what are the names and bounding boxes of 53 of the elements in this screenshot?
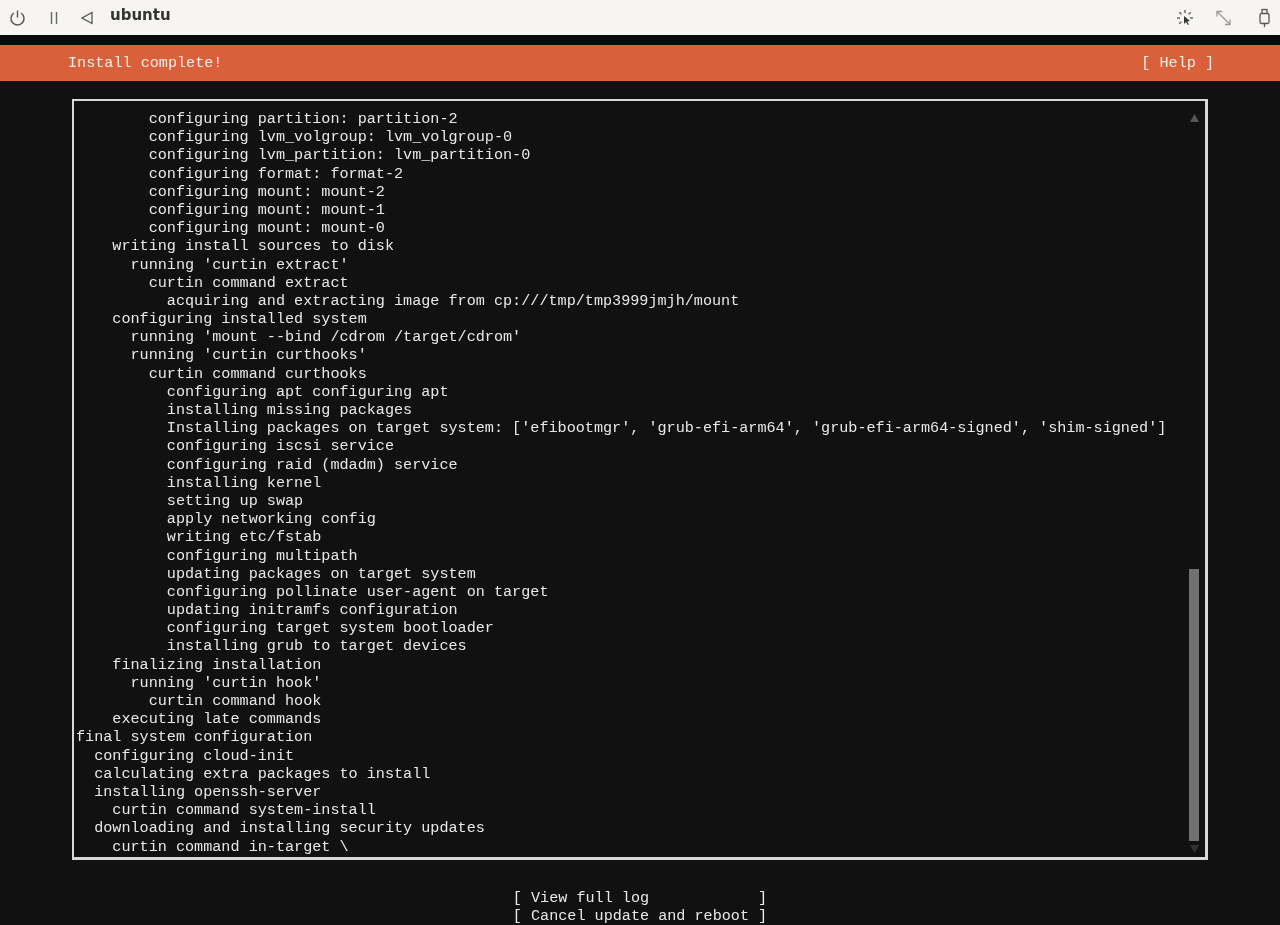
- resize-icon[interactable]: [1215, 9, 1232, 26]
- log-line: configuring cloud-init: [93, 746, 296, 765]
- log-line: curtin command system-install: [111, 801, 377, 820]
- terminal-button[interactable]: [ View full log ]: [512, 889, 768, 908]
- log-line: installing grub to target devices: [165, 637, 468, 656]
- log-line: downloading and installing security updates: [93, 819, 486, 838]
- log-line: setting up swap: [165, 491, 305, 511]
- usb-device-icon[interactable]: [1258, 8, 1271, 27]
- log-line: calculating extra packages to install: [93, 764, 432, 783]
- log-line: installing openssh-server: [93, 782, 323, 802]
- log-line: curtin command curthooks: [147, 364, 368, 383]
- log-line: curtin command in-target \: [111, 837, 350, 856]
- log-line: running 'curtin curthooks': [129, 346, 368, 365]
- terminal-button[interactable]: [ Cancel update and reboot ]: [512, 907, 768, 925]
- log-line: configuring partition: partition-2: [147, 110, 459, 129]
- log-line: configuring iscsi service: [165, 437, 395, 456]
- log-line: configuring format: format-2: [147, 164, 405, 183]
- log-line: running 'curtin hook': [129, 673, 323, 692]
- back-triangle-icon[interactable]: [80, 10, 94, 25]
- log-line: writing install sources to disk: [111, 237, 395, 256]
- install-status-title: Install complete!: [68, 54, 223, 72]
- log-line: finalizing installation: [111, 655, 323, 674]
- log-line: configuring installed system: [111, 310, 368, 329]
- log-line: configuring mount: mount-1: [147, 200, 386, 220]
- power-icon[interactable]: [9, 9, 26, 26]
- log-line: Installing packages on target system: ['efibootmgr', 'grub-efi-arm64', 'grub-efi-arm64-signed', 'shim-signed']: [165, 419, 1168, 438]
- pause-icon[interactable]: [49, 10, 59, 25]
- log-line: configuring multipath: [165, 546, 359, 565]
- log-line: configuring mount: mount-0: [147, 219, 386, 238]
- log-line: updating packages on target system: [165, 564, 477, 583]
- log-line: updating initramfs configuration: [165, 601, 459, 620]
- log-line: installing kernel: [165, 473, 323, 492]
- log-line: installing missing packages: [165, 401, 414, 420]
- log-line: apply networking config: [165, 510, 377, 529]
- log-line: configuring lvm_volgroup: lvm_volgroup-0: [147, 128, 514, 147]
- scroll-up-arrow-icon[interactable]: [1189, 114, 1199, 122]
- log-line: writing etc/fstab: [165, 528, 323, 547]
- log-line: configuring raid (mdadm) service: [165, 455, 459, 474]
- log-line: configuring apt configuring apt: [165, 382, 450, 401]
- log-line: configuring pollinate user-agent on target: [165, 582, 550, 602]
- log-line: curtin command hook: [147, 692, 323, 711]
- log-line: acquiring and extracting image from cp:///tmp/tmp3999jmjh/mount: [165, 291, 741, 311]
- log-line: configuring lvm_partition: lvm_partition-0: [147, 146, 532, 165]
- scrollbar-thumb[interactable]: [1189, 569, 1199, 841]
- log-line: running 'mount --bind /cdrom /target/cdrom': [129, 328, 523, 347]
- window-title: ubuntu: [110, 6, 171, 24]
- log-line: curtin command extract: [147, 273, 350, 292]
- log-line: configuring target system bootloader: [165, 619, 495, 638]
- log-line: configuring mount: mount-2: [147, 182, 386, 201]
- log-line: final system configuration: [76, 728, 314, 747]
- loading-cursor-icon[interactable]: [1176, 8, 1194, 27]
- log-line: executing late commands: [111, 710, 323, 729]
- log-line: running 'curtin extract': [129, 255, 350, 274]
